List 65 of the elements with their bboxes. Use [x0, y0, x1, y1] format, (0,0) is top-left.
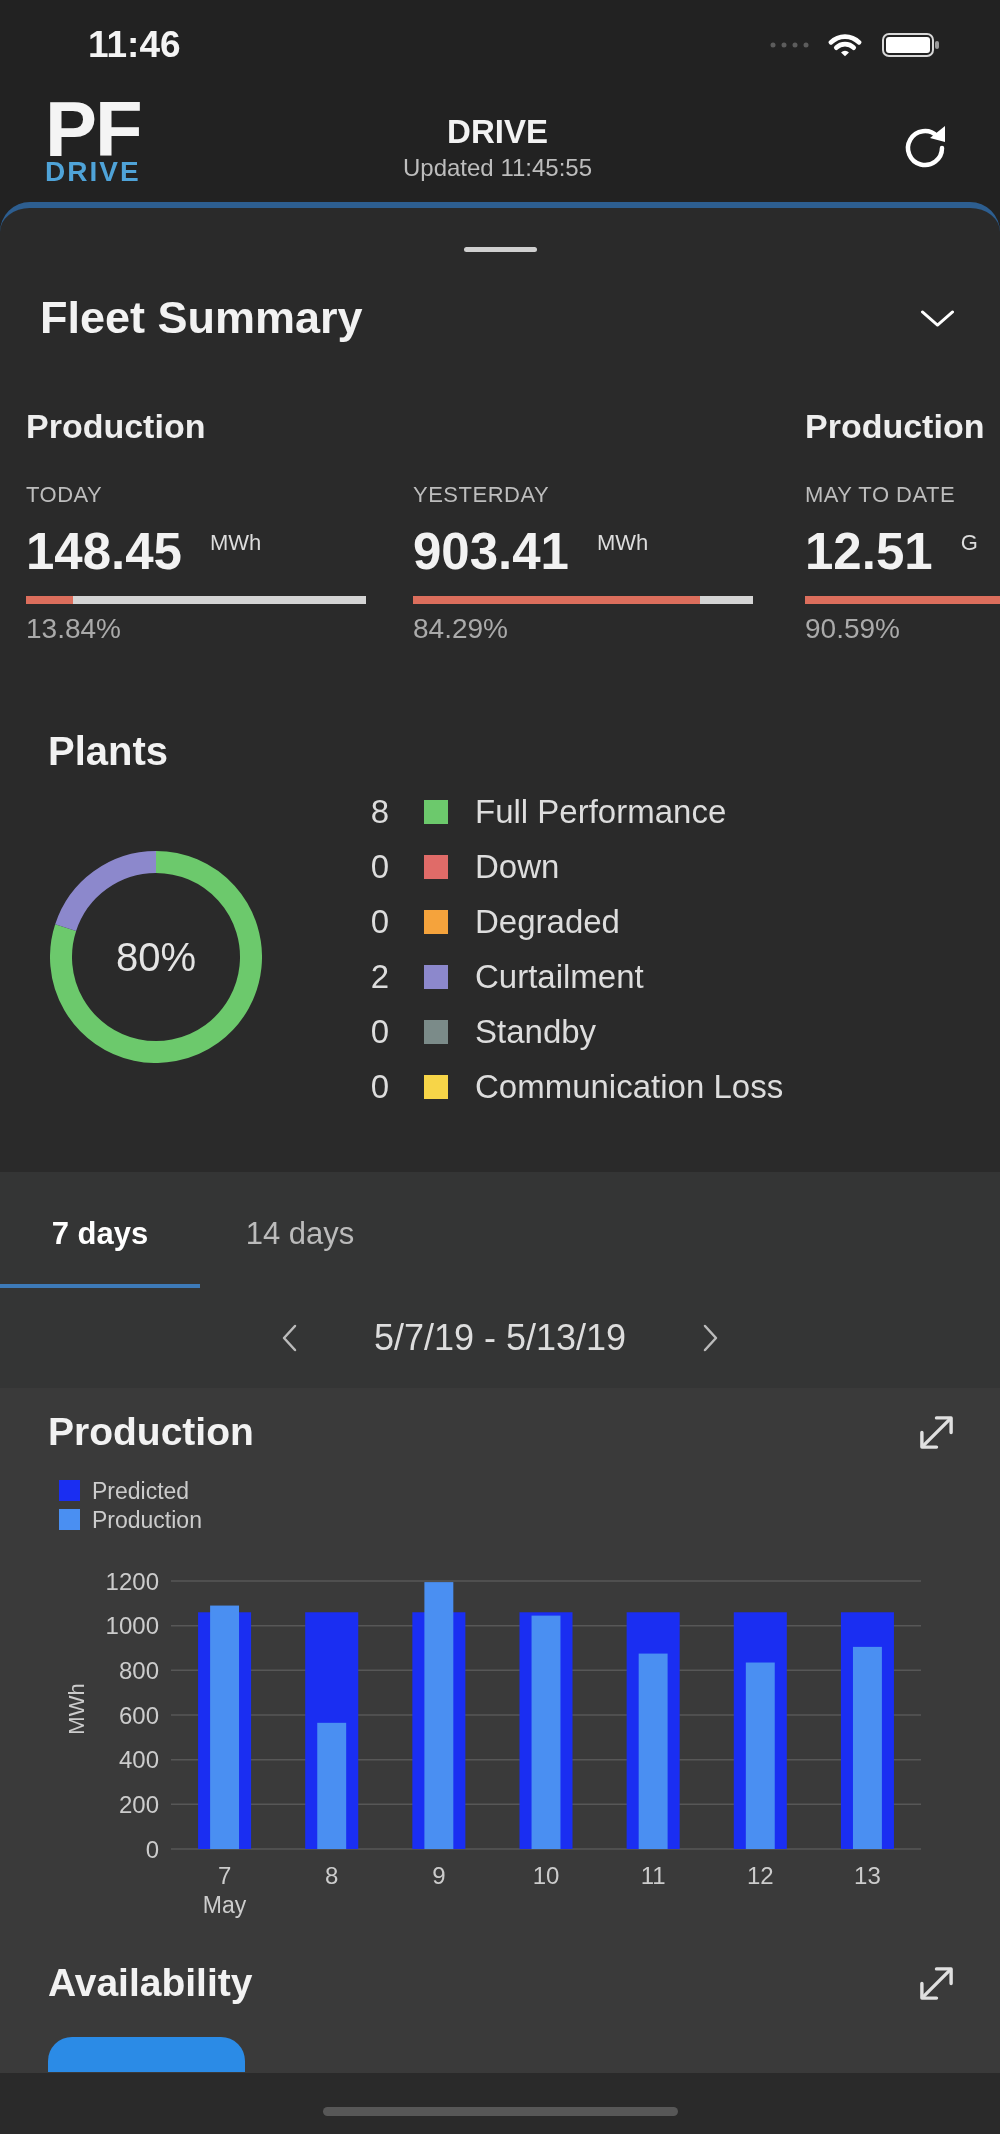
battery-icon [882, 33, 940, 57]
y-tick-label: 200 [118, 1790, 159, 1818]
period-label: MAY TO DATE [805, 481, 956, 509]
x-tick-label: 9 [432, 1862, 446, 1889]
expand-icon[interactable] [918, 1413, 955, 1451]
drag-handle[interactable] [463, 247, 537, 252]
group-title: Production [805, 406, 985, 446]
chart-title: Production [48, 1409, 254, 1455]
y-tick-label: 0 [145, 1835, 159, 1863]
status-count: 8 [370, 791, 390, 832]
status-count: 0 [370, 846, 390, 887]
metric-percent: 84.29% [413, 613, 508, 645]
mode-button[interactable] [48, 2037, 245, 2072]
expand-icon[interactable] [918, 1964, 955, 2002]
status-label: Communication Loss [475, 1066, 784, 1107]
donut-percent: 80% [115, 934, 197, 980]
axis-title: MWh [64, 1683, 89, 1735]
metric-value: 903.41 [413, 524, 569, 580]
metric-value: 12.51 [805, 524, 933, 580]
x-tick-label: 13 [854, 1862, 881, 1889]
status-label: Full Performance [475, 791, 727, 832]
legend-label: Predicted [92, 1476, 190, 1505]
section-title: Availability [48, 1960, 253, 2006]
period-label: YESTERDAY [413, 481, 550, 509]
status-label: Down [475, 846, 560, 887]
range-tab[interactable]: 14 days [200, 1172, 400, 1288]
metric-percent: 90.59% [805, 613, 900, 645]
metric-unit: MWh [597, 530, 649, 556]
status-count: 0 [370, 1066, 390, 1107]
chevron-right-icon[interactable] [702, 1324, 720, 1352]
updated-time: Updated 11:45:55 [402, 154, 592, 182]
status-count: 0 [370, 901, 390, 942]
status-count: 0 [370, 1011, 390, 1052]
section-title: Fleet Summary [40, 292, 363, 344]
chevron-down-icon[interactable] [920, 309, 955, 327]
wifi-icon [828, 31, 862, 59]
logo-word: DRIVE [45, 160, 141, 184]
metric-percent: 13.84% [26, 613, 121, 645]
y-tick-label: 800 [118, 1656, 159, 1684]
y-tick-label: 400 [118, 1746, 159, 1774]
logo-letters: PF [45, 98, 141, 160]
section-title: Plants [48, 729, 169, 773]
date-range: 5/7/19 - 5/13/19 [373, 1317, 627, 1359]
metric-value: 148.45 [26, 524, 182, 580]
group-title: Production [26, 406, 206, 446]
period-label: TODAY [26, 481, 103, 509]
status-time: 11:46 [88, 23, 181, 67]
legend-label: Production [92, 1505, 202, 1534]
y-tick-label: 1200 [105, 1567, 159, 1595]
x-tick-label: 12 [746, 1862, 774, 1889]
metric-unit: MWh [210, 530, 262, 556]
metric-unit: G [960, 530, 978, 556]
app-title: DRIVE [447, 114, 548, 150]
x-tick-label: 7 May [202, 1862, 247, 1918]
range-tab[interactable]: 7 days [0, 1172, 200, 1288]
x-tick-label: 8 [325, 1862, 339, 1889]
status-label: Degraded [475, 901, 620, 942]
x-tick-label: 11 [640, 1862, 666, 1889]
status-count: 2 [370, 956, 390, 997]
y-tick-label: 1000 [105, 1612, 159, 1640]
x-tick-label: 10 [532, 1862, 560, 1889]
status-label: Standby [475, 1011, 597, 1052]
y-tick-label: 600 [118, 1701, 159, 1729]
chevron-left-icon[interactable] [280, 1324, 298, 1352]
status-label: Curtailment [475, 956, 644, 997]
